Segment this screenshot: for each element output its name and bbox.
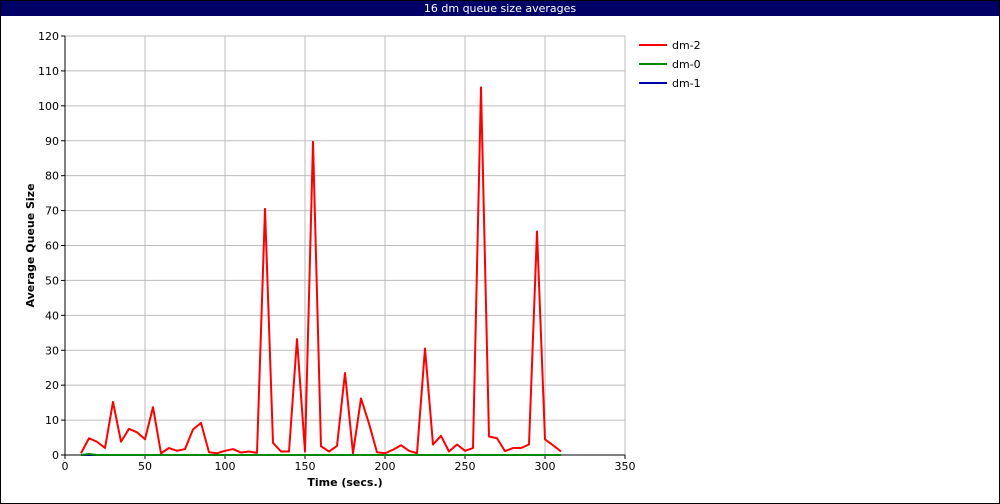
y-tick-label: 90: [45, 135, 59, 148]
y-tick-label: 120: [38, 30, 59, 43]
x-tick-label: 350: [615, 460, 636, 473]
y-tick-label: 20: [45, 379, 59, 392]
y-tick-label: 10: [45, 414, 59, 427]
legend-label-dm-2: dm-2: [672, 39, 701, 52]
legend-label-dm-0: dm-0: [672, 58, 701, 71]
y-axis-title: Average Queue Size: [24, 183, 37, 307]
series-line-dm-2: [80, 86, 562, 455]
y-tick-label: 40: [45, 309, 59, 322]
y-tick-label: 100: [38, 100, 59, 113]
y-tick-label: 70: [45, 205, 59, 218]
x-tick-label: 250: [455, 460, 476, 473]
y-tick-label: 30: [45, 344, 59, 357]
legend-label-dm-1: dm-1: [672, 77, 701, 90]
chart-window: 16 dm queue size averages 0 10 20 30 40 50 60 7…: [0, 0, 1000, 504]
x-tick-label: 300: [535, 460, 556, 473]
x-tick-label: 150: [295, 460, 316, 473]
y-tick-label: 60: [45, 240, 59, 253]
x-axis-title: Time (secs.): [307, 476, 382, 489]
x-tick-label: 100: [215, 460, 236, 473]
x-tick-label: 200: [375, 460, 396, 473]
y-tick-label: 110: [38, 65, 59, 78]
y-tick-label: 80: [45, 170, 59, 183]
y-tick-label: 0: [52, 449, 59, 462]
line-chart: 0 10 20 30 40 50 60 70 80 90 100 110 120 0 50 100 150 200…: [24, 30, 701, 489]
y-tick-label: 50: [45, 274, 59, 287]
x-tick-label: 0: [62, 460, 69, 473]
series-line-dm-0: [80, 452, 561, 456]
x-tick-label: 50: [138, 460, 152, 473]
